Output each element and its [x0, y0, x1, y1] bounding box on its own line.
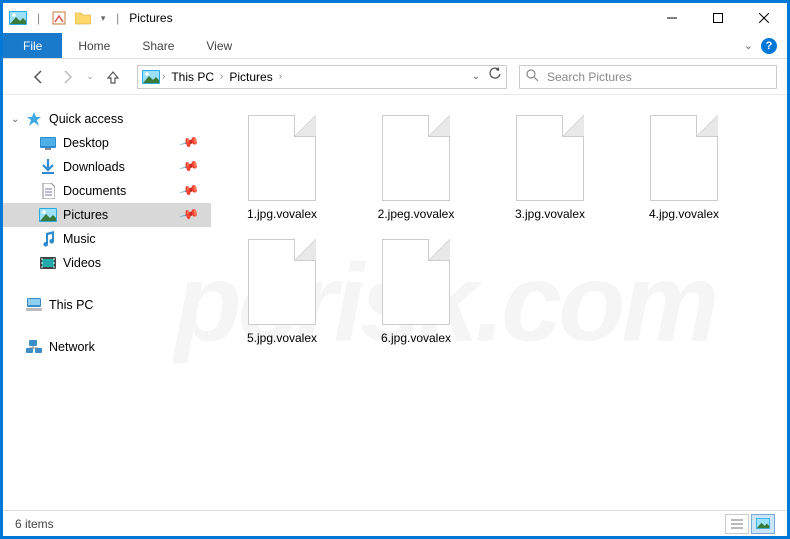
sidebar-item-desktop[interactable]: Desktop 📌: [3, 131, 211, 155]
pin-icon: 📌: [178, 180, 200, 202]
help-icon[interactable]: ?: [761, 38, 777, 54]
breadcrumb-pictures[interactable]: Pictures: [225, 70, 276, 84]
sidebar-item-pictures[interactable]: Pictures 📌: [3, 203, 211, 227]
back-button[interactable]: [27, 65, 51, 89]
file-icon: [248, 115, 316, 201]
sidebar-item-label: Desktop: [63, 136, 109, 150]
explorer-window: | ▾ | Pictures File Home Share View ⌄ ?: [3, 3, 787, 536]
refresh-icon[interactable]: [488, 67, 502, 86]
file-name: 2.jpeg.vovalex: [378, 207, 455, 221]
breadcrumb-thispc[interactable]: This PC: [167, 70, 218, 84]
chevron-right-icon[interactable]: ›: [277, 71, 284, 82]
file-tab[interactable]: File: [3, 33, 62, 58]
titlebar: | ▾ | Pictures: [3, 3, 787, 33]
file-item[interactable]: 6.jpg.vovalex: [361, 239, 471, 345]
sidebar-item-label: Documents: [63, 184, 126, 198]
ribbon: File Home Share View ⌄ ?: [3, 33, 787, 59]
file-name: 6.jpg.vovalex: [381, 331, 451, 345]
file-icon: [650, 115, 718, 201]
up-button[interactable]: [101, 65, 125, 89]
sidebar-item-videos[interactable]: Videos: [3, 251, 211, 275]
file-item[interactable]: 2.jpeg.vovalex: [361, 115, 471, 221]
videos-icon: [39, 255, 57, 271]
icons-view-button[interactable]: [751, 514, 775, 534]
recent-dropdown-icon[interactable]: ⌄: [83, 65, 97, 89]
sidebar-item-label: Downloads: [63, 160, 125, 174]
content-area: ⌄ Quick access Desktop 📌 Downloads 📌 Doc…: [3, 95, 787, 510]
window-controls: [649, 3, 787, 33]
music-icon: [39, 231, 57, 247]
sidebar-item-label: Videos: [63, 256, 101, 270]
file-icon: [248, 239, 316, 325]
pc-icon: [25, 297, 43, 313]
sidebar-this-pc[interactable]: This PC: [3, 293, 211, 317]
file-name: 4.jpg.vovalex: [649, 207, 719, 221]
chevron-right-icon[interactable]: ›: [160, 71, 167, 82]
window-title: Pictures: [129, 11, 172, 25]
file-item[interactable]: 1.jpg.vovalex: [227, 115, 337, 221]
sidebar-item-label: Music: [63, 232, 96, 246]
file-icon: [516, 115, 584, 201]
location-icon: [142, 68, 160, 86]
address-dropdown-icon[interactable]: ⌄: [472, 71, 480, 82]
pictures-icon: [39, 207, 57, 223]
star-icon: [25, 111, 43, 127]
file-item[interactable]: 5.jpg.vovalex: [227, 239, 337, 345]
chevron-down-icon[interactable]: ⌄: [11, 114, 19, 125]
quick-access-toolbar: | ▾: [7, 7, 110, 29]
close-button[interactable]: [741, 3, 787, 33]
qat-separator: |: [37, 11, 40, 25]
sidebar-item-downloads[interactable]: Downloads 📌: [3, 155, 211, 179]
file-name: 3.jpg.vovalex: [515, 207, 585, 221]
qat-dropdown-icon[interactable]: ▾: [96, 7, 110, 29]
pin-icon: 📌: [178, 156, 200, 178]
pin-icon: 📌: [178, 132, 200, 154]
documents-icon: [39, 183, 57, 199]
minimize-button[interactable]: [649, 3, 695, 33]
pin-icon: 📌: [178, 204, 200, 226]
search-input[interactable]: Search Pictures: [519, 65, 777, 89]
tab-home[interactable]: Home: [62, 33, 126, 58]
file-name: 5.jpg.vovalex: [247, 331, 317, 345]
address-bar[interactable]: › This PC › Pictures › ⌄: [137, 65, 507, 89]
network-icon: [25, 339, 43, 355]
tab-view[interactable]: View: [190, 33, 248, 58]
sidebar-label: This PC: [49, 298, 93, 312]
forward-button[interactable]: [55, 65, 79, 89]
file-item[interactable]: 3.jpg.vovalex: [495, 115, 605, 221]
tab-share[interactable]: Share: [126, 33, 190, 58]
file-icon: [382, 115, 450, 201]
properties-icon[interactable]: [48, 7, 70, 29]
sidebar-network[interactable]: Network: [3, 335, 211, 359]
item-count: 6 items: [15, 517, 54, 531]
title-separator: |: [116, 11, 119, 25]
search-placeholder: Search Pictures: [547, 70, 632, 84]
search-icon: [526, 69, 539, 85]
file-list[interactable]: pcrisk.com 1.jpg.vovalex 2.jpeg.vovalex …: [211, 95, 787, 510]
navigation-pane: ⌄ Quick access Desktop 📌 Downloads 📌 Doc…: [3, 95, 211, 510]
ribbon-expand-icon[interactable]: ⌄: [744, 39, 753, 52]
sidebar-quick-access[interactable]: ⌄ Quick access: [3, 107, 211, 131]
statusbar: 6 items: [3, 510, 787, 536]
sidebar-item-documents[interactable]: Documents 📌: [3, 179, 211, 203]
downloads-icon: [39, 159, 57, 175]
navbar: ⌄ › This PC › Pictures › ⌄ Search Pictur…: [3, 59, 787, 95]
new-folder-icon[interactable]: [72, 7, 94, 29]
file-name: 1.jpg.vovalex: [247, 207, 317, 221]
details-view-button[interactable]: [725, 514, 749, 534]
desktop-icon: [39, 135, 57, 151]
maximize-button[interactable]: [695, 3, 741, 33]
sidebar-item-label: Pictures: [63, 208, 108, 222]
file-icon: [382, 239, 450, 325]
sidebar-label: Quick access: [49, 112, 123, 126]
chevron-right-icon[interactable]: ›: [218, 71, 225, 82]
app-icon: [7, 7, 29, 29]
sidebar-item-music[interactable]: Music: [3, 227, 211, 251]
sidebar-label: Network: [49, 340, 95, 354]
file-item[interactable]: 4.jpg.vovalex: [629, 115, 739, 221]
